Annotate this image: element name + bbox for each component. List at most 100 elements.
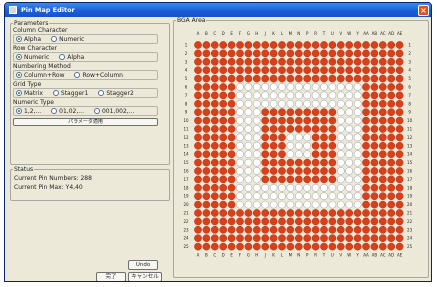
pin-ball-filled[interactable] [269, 225, 278, 234]
pin-ball-filled[interactable] [269, 150, 278, 159]
pin-ball-filled[interactable] [244, 234, 253, 243]
pin-ball-filled[interactable] [244, 242, 253, 251]
pin-ball-empty[interactable] [353, 150, 362, 159]
pin-ball-filled[interactable] [328, 209, 337, 217]
pin-ball-empty[interactable] [345, 175, 354, 184]
pin-ball-filled[interactable] [261, 41, 270, 49]
pin-ball-filled[interactable] [202, 91, 211, 100]
pin-ball-empty[interactable] [353, 133, 362, 142]
pin-ball-filled[interactable] [210, 83, 219, 91]
pin-ball-filled[interactable] [227, 91, 236, 100]
pin-ball-empty[interactable] [336, 175, 345, 184]
pin-ball-filled[interactable] [387, 83, 396, 91]
pin-ball-filled[interactable] [286, 158, 295, 167]
pin-ball-filled[interactable] [244, 209, 253, 217]
pin-ball-filled[interactable] [378, 192, 387, 201]
pin-ball-filled[interactable] [194, 83, 202, 91]
pin-ball-filled[interactable] [370, 99, 379, 108]
pin-ball-empty[interactable] [269, 99, 278, 108]
undo-button[interactable]: Undo [128, 260, 158, 270]
pin-ball-filled[interactable] [303, 125, 312, 133]
pin-ball-filled[interactable] [269, 57, 278, 66]
pin-ball-filled[interactable] [194, 116, 202, 125]
pin-ball-filled[interactable] [294, 74, 303, 83]
pin-ball-filled[interactable] [353, 49, 362, 58]
pin-ball-filled[interactable] [202, 200, 211, 209]
pin-ball-filled[interactable] [353, 57, 362, 66]
pin-ball-filled[interactable] [328, 167, 337, 175]
pin-ball-empty[interactable] [353, 116, 362, 125]
pin-ball-filled[interactable] [387, 242, 396, 251]
pin-ball-filled[interactable] [303, 175, 312, 184]
pin-ball-empty[interactable] [336, 141, 345, 150]
pin-ball-empty[interactable] [244, 116, 253, 125]
pin-ball-empty[interactable] [311, 83, 320, 91]
pin-ball-filled[interactable] [244, 57, 253, 66]
pin-ball-empty[interactable] [328, 99, 337, 108]
pin-ball-filled[interactable] [219, 99, 228, 108]
pin-ball-filled[interactable] [378, 74, 387, 83]
pin-ball-filled[interactable] [370, 57, 379, 66]
pin-ball-filled[interactable] [328, 57, 337, 66]
pin-ball-empty[interactable] [345, 91, 354, 100]
pin-ball-filled[interactable] [387, 141, 396, 150]
pin-ball-filled[interactable] [261, 242, 270, 251]
pin-ball-filled[interactable] [353, 242, 362, 251]
pin-ball-empty[interactable] [252, 99, 261, 108]
pin-ball-empty[interactable] [252, 116, 261, 125]
pin-ball-filled[interactable] [252, 49, 261, 58]
close-icon[interactable]: × [418, 4, 429, 16]
pin-ball-filled[interactable] [362, 209, 370, 217]
pin-ball-filled[interactable] [261, 234, 270, 243]
pin-ball-empty[interactable] [244, 141, 253, 150]
pin-ball-filled[interactable] [328, 66, 337, 75]
pin-ball-filled[interactable] [345, 66, 354, 75]
pin-ball-filled[interactable] [269, 133, 278, 142]
pin-ball-filled[interactable] [387, 192, 396, 201]
pin-ball-filled[interactable] [303, 74, 312, 83]
pin-ball-filled[interactable] [320, 41, 328, 49]
pin-ball-filled[interactable] [278, 234, 286, 243]
pin-ball-filled[interactable] [395, 57, 404, 66]
pin-ball-filled[interactable] [370, 175, 379, 184]
pin-ball-filled[interactable] [336, 49, 345, 58]
pin-ball-filled[interactable] [244, 74, 253, 83]
pin-ball-filled[interactable] [336, 57, 345, 66]
pin-ball-filled[interactable] [219, 167, 228, 175]
pin-ball-filled[interactable] [219, 209, 228, 217]
pin-ball-filled[interactable] [286, 108, 295, 117]
pin-ball-filled[interactable] [362, 57, 370, 66]
pin-ball-filled[interactable] [227, 234, 236, 243]
pin-ball-empty[interactable] [252, 108, 261, 117]
pin-ball-empty[interactable] [303, 192, 312, 201]
pin-ball-filled[interactable] [269, 74, 278, 83]
pin-ball-empty[interactable] [320, 200, 328, 209]
bga-grid[interactable]: AABBCCDDEEFFGGHHJJKKLLMMNNPPRRTTUUVVWWYY… [174, 21, 428, 277]
pin-ball-empty[interactable] [353, 99, 362, 108]
pin-ball-filled[interactable] [219, 234, 228, 243]
pin-ball-filled[interactable] [219, 116, 228, 125]
pin-ball-empty[interactable] [328, 83, 337, 91]
pin-ball-empty[interactable] [320, 99, 328, 108]
pin-ball-filled[interactable] [378, 99, 387, 108]
pin-ball-empty[interactable] [294, 99, 303, 108]
pin-ball-filled[interactable] [227, 49, 236, 58]
pin-ball-empty[interactable] [303, 133, 312, 142]
pin-ball-filled[interactable] [202, 57, 211, 66]
pin-ball-filled[interactable] [320, 209, 328, 217]
pin-ball-filled[interactable] [227, 158, 236, 167]
pin-ball-filled[interactable] [294, 41, 303, 49]
pin-ball-filled[interactable] [210, 108, 219, 117]
pin-ball-filled[interactable] [286, 209, 295, 217]
pin-ball-filled[interactable] [362, 74, 370, 83]
pin-ball-filled[interactable] [387, 91, 396, 100]
pin-ball-filled[interactable] [378, 91, 387, 100]
pin-ball-filled[interactable] [227, 217, 236, 226]
pin-ball-filled[interactable] [202, 74, 211, 83]
pin-ball-filled[interactable] [210, 125, 219, 133]
pin-ball-filled[interactable] [194, 141, 202, 150]
pin-ball-filled[interactable] [378, 141, 387, 150]
pin-ball-empty[interactable] [303, 150, 312, 159]
pin-ball-filled[interactable] [252, 225, 261, 234]
pin-ball-filled[interactable] [227, 175, 236, 184]
